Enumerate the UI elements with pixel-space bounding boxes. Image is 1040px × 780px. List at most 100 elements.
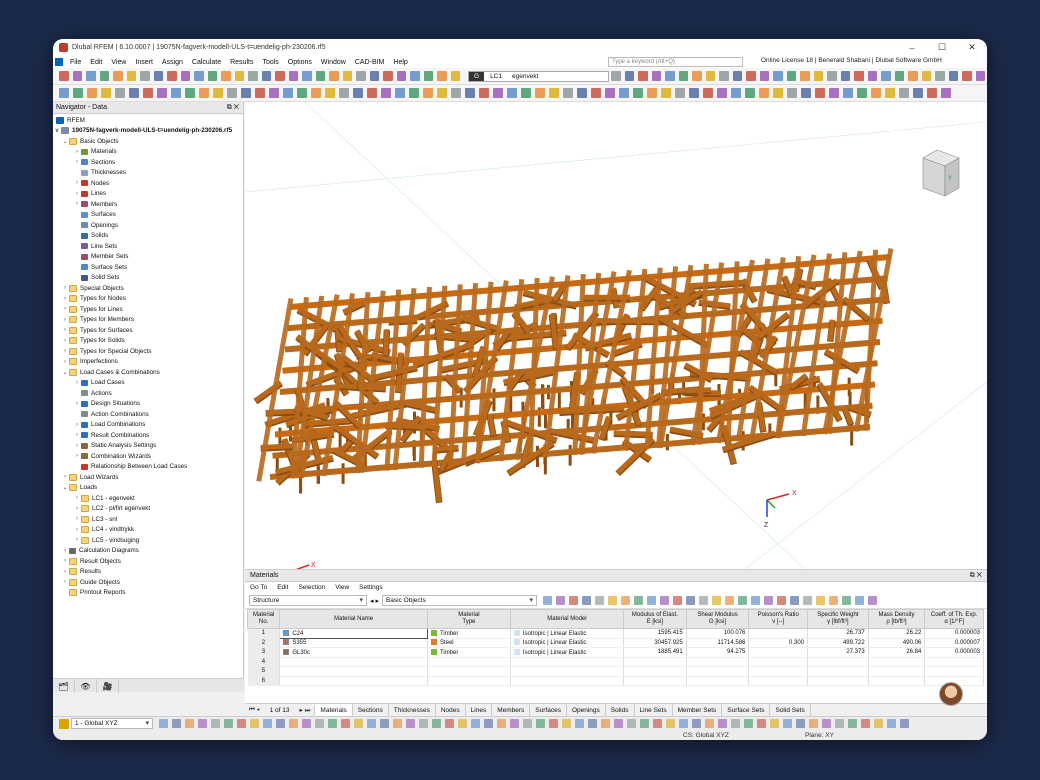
status-tool-icon[interactable] bbox=[679, 719, 688, 728]
toolbar-icon[interactable] bbox=[507, 88, 517, 98]
material-type-cell[interactable] bbox=[427, 676, 511, 686]
last-page-icon[interactable]: ▸ ⏭ bbox=[296, 705, 316, 715]
tree-item[interactable]: › Result Objects bbox=[53, 556, 243, 567]
chevron-down-icon[interactable]: ⌄ bbox=[61, 369, 69, 376]
column-header[interactable]: Material Name bbox=[279, 609, 428, 629]
status-tool-icon[interactable] bbox=[380, 719, 389, 728]
toolbar-icon[interactable] bbox=[99, 71, 109, 81]
status-tool-icon[interactable] bbox=[393, 719, 402, 728]
toolbar-icon[interactable] bbox=[73, 88, 83, 98]
chevron-right-icon[interactable]: › bbox=[61, 579, 69, 585]
toolbar-icon[interactable] bbox=[611, 71, 621, 81]
toolbar-icon[interactable] bbox=[87, 88, 97, 98]
menu-results[interactable]: Results bbox=[227, 59, 259, 66]
workplane-icon[interactable] bbox=[59, 718, 69, 729]
status-tool-icon[interactable] bbox=[159, 719, 168, 728]
column-header[interactable]: Poisson's Ratio ν [--] bbox=[748, 609, 809, 629]
material-model-cell[interactable] bbox=[510, 657, 625, 667]
chevron-down-icon[interactable]: ⌄ bbox=[61, 484, 69, 491]
material-type-cell[interactable] bbox=[427, 666, 511, 677]
toolbar-icon[interactable] bbox=[221, 71, 231, 81]
toolbar-icon[interactable] bbox=[689, 88, 699, 98]
toolbar-icon[interactable] bbox=[339, 88, 349, 98]
toolbar-icon[interactable] bbox=[325, 88, 335, 98]
cell-gamma[interactable]: 26.737 bbox=[807, 628, 869, 639]
status-tool-icon[interactable] bbox=[757, 719, 766, 728]
close-navigator-icon[interactable]: ⧉ ✕ bbox=[227, 102, 239, 114]
table-tool-icon[interactable] bbox=[568, 596, 578, 605]
tree-item[interactable]: › Design Situations bbox=[53, 399, 243, 410]
menu-cad-bim[interactable]: CAD-BIM bbox=[352, 59, 391, 66]
table-tool-icon[interactable] bbox=[646, 596, 656, 605]
toolbar-icon[interactable] bbox=[342, 71, 352, 81]
tree-item[interactable]: Actions bbox=[53, 388, 243, 399]
cell-nu[interactable] bbox=[748, 657, 809, 667]
toolbar-icon[interactable] bbox=[493, 88, 503, 98]
tab-solid-sets[interactable]: Solid Sets bbox=[770, 703, 811, 717]
material-model-cell[interactable] bbox=[510, 676, 625, 686]
status-tool-icon[interactable] bbox=[601, 719, 610, 728]
toolbar-icon[interactable] bbox=[234, 71, 244, 81]
toolbar-icon[interactable] bbox=[773, 88, 783, 98]
toolbar-icon[interactable] bbox=[140, 71, 150, 81]
status-tool-icon[interactable] bbox=[588, 719, 597, 728]
tree-item[interactable]: › Types for Members bbox=[53, 315, 243, 326]
cell-gamma[interactable] bbox=[807, 676, 869, 686]
chevron-right-icon[interactable]: › bbox=[73, 191, 81, 197]
status-tool-icon[interactable] bbox=[809, 719, 818, 728]
status-tool-icon[interactable] bbox=[484, 719, 493, 728]
panel-menu-settings[interactable]: Settings bbox=[359, 584, 383, 591]
tree-item[interactable]: › Nodes bbox=[53, 178, 243, 189]
status-tool-icon[interactable] bbox=[562, 719, 571, 728]
table-tool-icon[interactable] bbox=[594, 596, 604, 605]
toolbar-icon[interactable] bbox=[356, 71, 366, 81]
cell-rho[interactable] bbox=[868, 676, 926, 686]
toolbar-icon[interactable] bbox=[311, 88, 321, 98]
toolbar-icon[interactable] bbox=[185, 88, 195, 98]
toolbar-icon[interactable] bbox=[719, 71, 729, 81]
tree-item[interactable]: › LC4 - vindtrykk bbox=[53, 525, 243, 536]
toolbar-icon[interactable] bbox=[367, 88, 377, 98]
chevron-right-icon[interactable]: › bbox=[61, 569, 69, 575]
chevron-right-icon[interactable]: › bbox=[61, 359, 69, 365]
status-tool-icon[interactable] bbox=[731, 719, 740, 728]
cell-nu[interactable]: 0.300 bbox=[748, 638, 809, 648]
menu-assign[interactable]: Assign bbox=[159, 59, 189, 66]
panel-menu-view[interactable]: View bbox=[335, 584, 349, 591]
table-tool-icon[interactable] bbox=[789, 596, 799, 605]
close-panel-icon[interactable]: ⧉ ✕ bbox=[970, 570, 982, 582]
tree-file[interactable]: v 19075N-fagverk-modell-ULS-t=uendelig-p… bbox=[53, 126, 243, 137]
table-tool-icon[interactable] bbox=[776, 596, 786, 605]
cell-alpha[interactable]: 0.000007 bbox=[924, 638, 984, 648]
table-tool-icon[interactable] bbox=[737, 596, 747, 605]
toolbar-icon[interactable] bbox=[854, 71, 864, 81]
toolbar-icon[interactable] bbox=[813, 71, 823, 81]
tab-nodes[interactable]: Nodes bbox=[436, 703, 466, 717]
material-name-cell[interactable]: C24 bbox=[279, 628, 428, 639]
column-header[interactable]: Material Type bbox=[426, 609, 511, 629]
table-tool-icon[interactable] bbox=[828, 596, 838, 605]
toolbar-icon[interactable] bbox=[651, 71, 661, 81]
table-tool-icon[interactable] bbox=[711, 596, 721, 605]
timber-member[interactable] bbox=[599, 415, 612, 440]
chevron-right-icon[interactable]: › bbox=[73, 149, 81, 155]
tree-item[interactable]: › Load Combinations bbox=[53, 420, 243, 431]
status-tool-icon[interactable] bbox=[900, 719, 909, 728]
toolbar-icon[interactable] bbox=[153, 71, 163, 81]
status-tool-icon[interactable] bbox=[575, 719, 584, 728]
status-tool-icon[interactable] bbox=[705, 719, 714, 728]
model-viewport[interactable]: Y X Z X Z bbox=[245, 102, 987, 569]
table-tool-icon[interactable] bbox=[724, 596, 734, 605]
material-type-cell[interactable]: Timber bbox=[427, 628, 511, 639]
cell-E[interactable]: 1885.491 bbox=[623, 647, 687, 658]
tree-item[interactable]: Solids bbox=[53, 231, 243, 242]
status-tool-icon[interactable] bbox=[328, 719, 337, 728]
toolbar-icon[interactable] bbox=[194, 71, 204, 81]
status-tool-icon[interactable] bbox=[640, 719, 649, 728]
toolbar-icon[interactable] bbox=[465, 88, 475, 98]
status-tool-icon[interactable] bbox=[835, 719, 844, 728]
cell-alpha[interactable]: 0.000003 bbox=[924, 647, 984, 658]
material-name-cell[interactable] bbox=[279, 676, 428, 686]
status-tool-icon[interactable] bbox=[887, 719, 896, 728]
status-tool-icon[interactable] bbox=[471, 719, 480, 728]
